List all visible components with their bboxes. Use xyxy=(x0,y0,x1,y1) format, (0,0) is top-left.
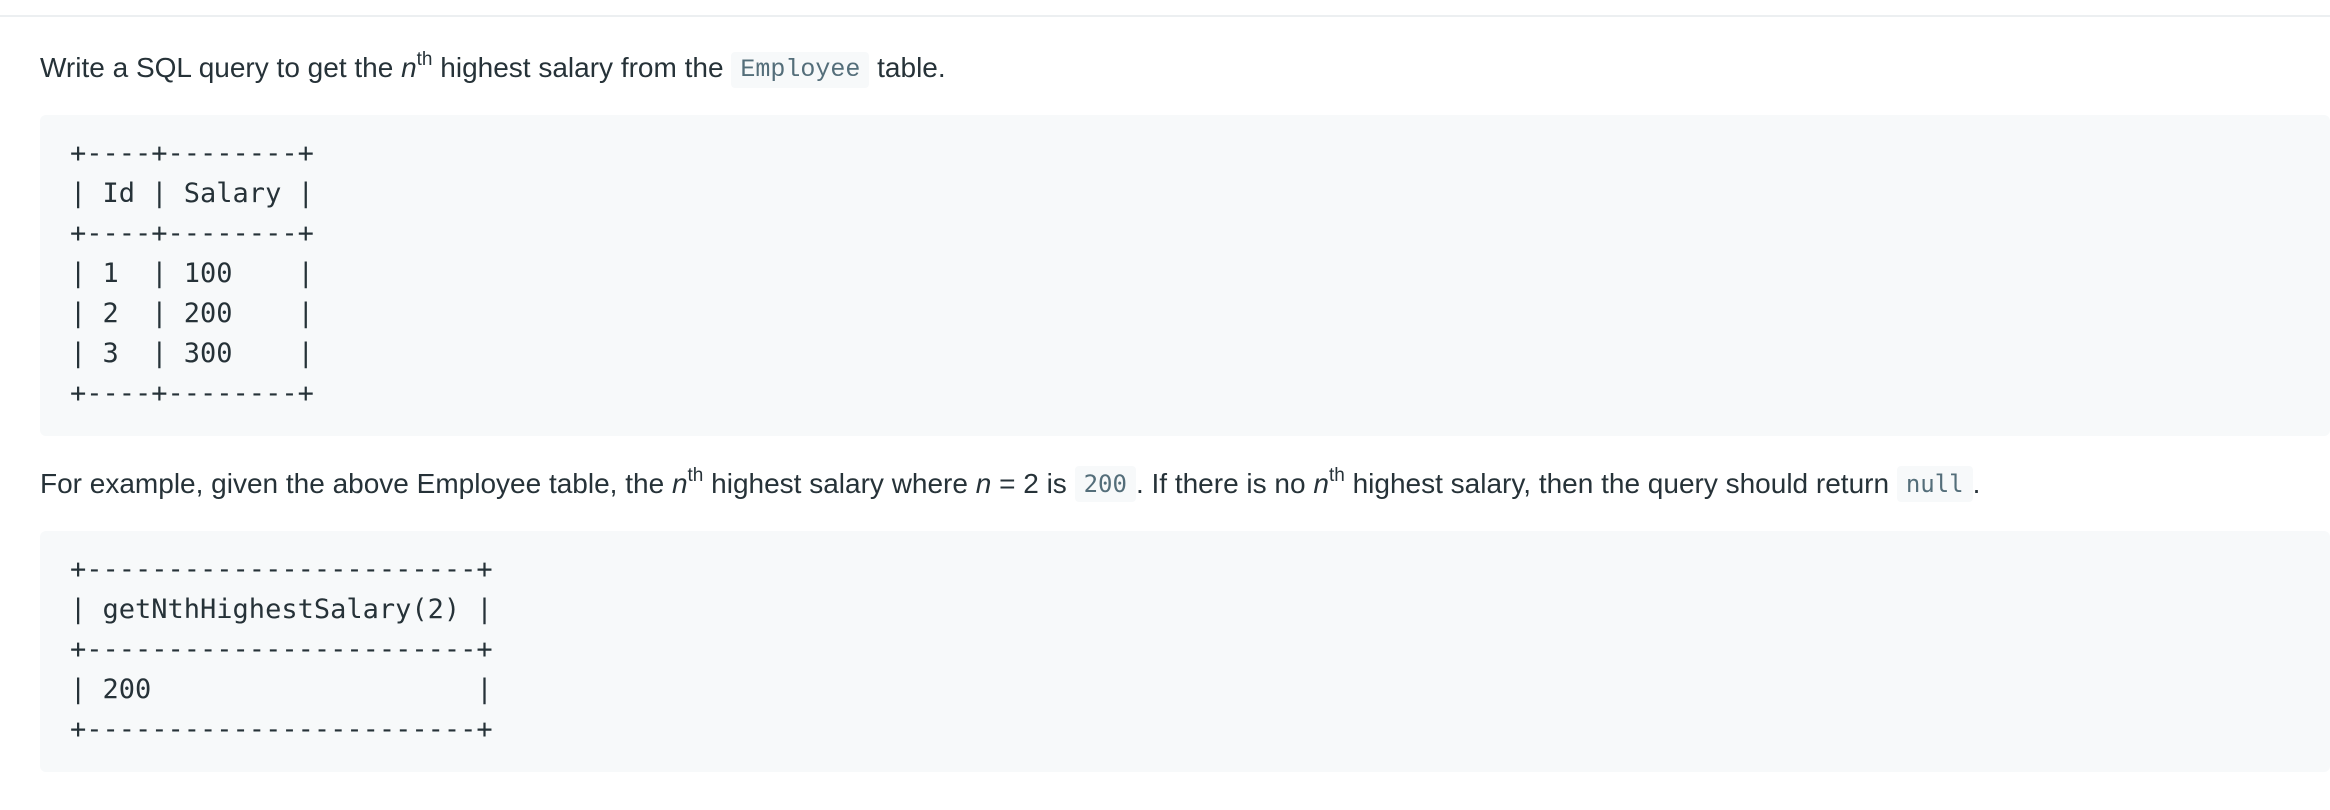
code-line: | 200 | xyxy=(70,674,493,705)
n-variable: n xyxy=(975,468,992,499)
statement-text-middle: highest salary from the xyxy=(432,52,732,83)
statement-text-end: table. xyxy=(869,52,946,83)
code-line: +------------------------+ xyxy=(70,634,493,665)
n-variable: n xyxy=(401,52,417,83)
code-line: +----+--------+ xyxy=(70,378,314,409)
th-superscript: th xyxy=(416,49,433,70)
employee-table-code-block: +----+--------+ | Id | Salary | +----+----… xyxy=(40,115,2330,436)
example-text-6: . xyxy=(1972,468,1981,499)
code-line: +----+--------+ xyxy=(70,138,314,169)
th-superscript: th xyxy=(687,465,704,486)
code-line: | 3 | 300 | xyxy=(70,338,314,369)
n-variable: n xyxy=(1313,468,1329,499)
code-line: | 2 | 200 | xyxy=(70,298,314,329)
example-paragraph: For example, given the above Employee ta… xyxy=(40,464,1980,504)
example-text-5: highest salary, then the query should re… xyxy=(1344,468,1897,499)
top-divider xyxy=(0,15,2330,17)
example-text-4: . If there is no xyxy=(1135,468,1314,499)
n-variable: n xyxy=(671,468,688,499)
code-line: | Id | Salary | xyxy=(70,178,314,209)
code-line: | 1 | 100 | xyxy=(70,258,314,289)
code-line: +----+--------+ xyxy=(70,218,314,249)
statement-text-start: Write a SQL query to get the xyxy=(40,52,402,83)
example-text-2: highest salary where xyxy=(703,468,976,499)
employee-table-code: Employee xyxy=(731,52,870,88)
result-table-code-block: +------------------------+ | getNthHighes… xyxy=(40,531,2330,772)
code-line: +------------------------+ xyxy=(70,554,493,585)
problem-statement: Write a SQL query to get the nth highest… xyxy=(40,48,946,88)
example-text-1: For example, given the above Employee ta… xyxy=(40,468,672,499)
null-code: null xyxy=(1896,466,1973,502)
value-200-code: 200 xyxy=(1074,466,1136,502)
code-line: +------------------------+ xyxy=(70,714,493,745)
result-table-pre: +------------------------+ | getNthHighes… xyxy=(70,550,493,750)
employee-table-pre: +----+--------+ | Id | Salary | +----+----… xyxy=(70,134,314,414)
code-line: | getNthHighestSalary(2) | xyxy=(70,594,493,625)
th-superscript: th xyxy=(1328,465,1345,486)
example-text-3: = 2 is xyxy=(991,468,1075,499)
